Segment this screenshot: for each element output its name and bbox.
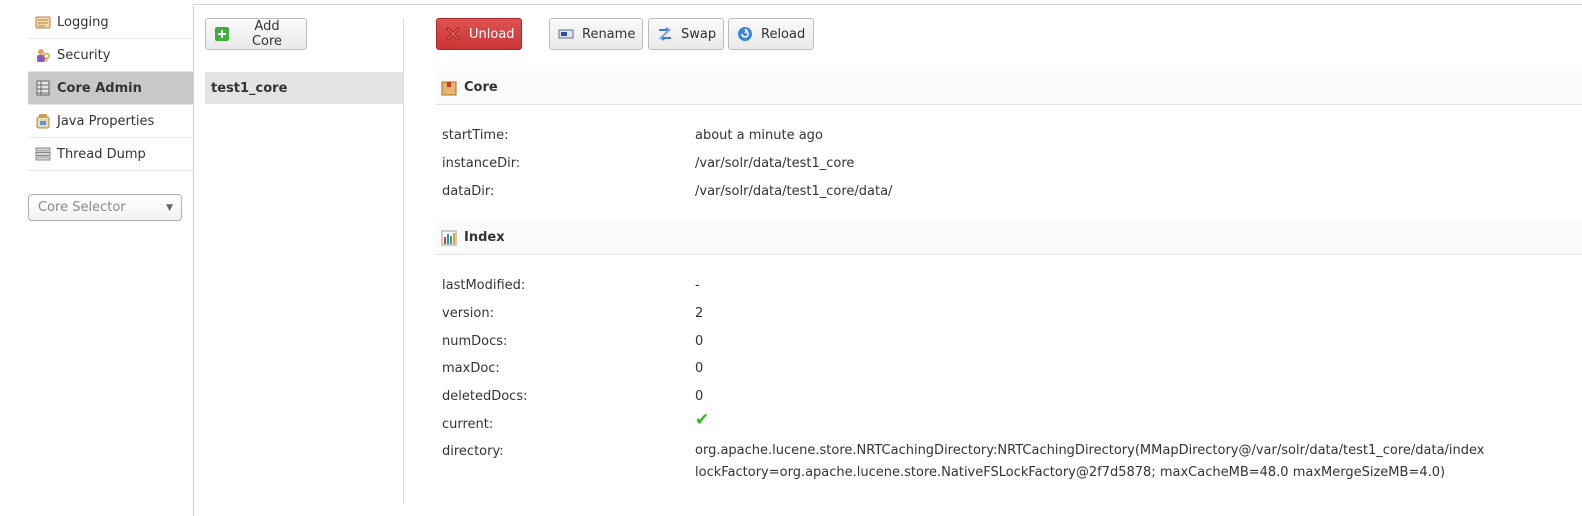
index-row-num-docs: numDocs: 0 xyxy=(442,334,703,349)
index-section-header: Index xyxy=(436,221,1582,255)
directory-line: org.apache.lucene.store.NRTCachingDirect… xyxy=(695,443,1485,458)
row-value: /var/solr/data/test1_core xyxy=(695,156,855,171)
row-key: current: xyxy=(442,417,494,432)
index-row-deleted-docs: deletedDocs: 0 xyxy=(442,389,703,404)
plus-icon xyxy=(214,26,230,42)
row-key: lastModified: xyxy=(442,278,526,293)
swap-label: Swap xyxy=(681,26,717,42)
check-icon: ✔ xyxy=(695,410,710,430)
reload-button[interactable]: Reload xyxy=(728,18,814,50)
section-title: Core xyxy=(464,80,498,95)
core-row-start-time: startTime: about a minute ago xyxy=(442,128,823,143)
row-key: deletedDocs: xyxy=(442,389,528,404)
sidebar-item-label: Logging xyxy=(57,14,109,30)
close-icon xyxy=(445,26,461,42)
core-row-instance-dir: instanceDir: /var/solr/data/test1_core xyxy=(442,156,854,171)
row-key: numDocs: xyxy=(442,334,508,349)
core-box-icon xyxy=(441,80,457,96)
sidebar-item-label: Java Properties xyxy=(57,113,155,129)
rename-icon xyxy=(558,26,574,42)
sidebar-item-thread-dump[interactable]: Thread Dump xyxy=(28,138,194,171)
security-icon xyxy=(34,46,52,64)
sidebar-item-label: Core Admin xyxy=(57,80,142,96)
sidebar-item-label: Security xyxy=(57,47,111,63)
logging-icon xyxy=(34,13,52,31)
row-value: 0 xyxy=(695,361,704,376)
row-value: about a minute ago xyxy=(695,128,823,143)
row-value: /var/solr/data/test1_core/data/ xyxy=(695,184,893,199)
row-value: 0 xyxy=(695,389,704,404)
core-section-header: Core xyxy=(436,71,1582,105)
rename-label: Rename xyxy=(582,26,636,42)
chevron-down-icon: ▼ xyxy=(166,202,173,213)
sidebar-item-java-properties[interactable]: Java Properties xyxy=(28,105,194,138)
reload-icon xyxy=(737,26,753,42)
bar-chart-icon xyxy=(441,230,457,246)
swap-icon xyxy=(657,26,673,42)
row-value: 0 xyxy=(695,334,704,349)
row-value: - xyxy=(695,278,700,293)
core-list-item[interactable]: test1_core xyxy=(205,72,403,104)
section-title: Index xyxy=(464,230,505,245)
core-selector-placeholder: Core Selector xyxy=(38,200,126,215)
directory-line: lockFactory=org.apache.lucene.store.Nati… xyxy=(695,465,1446,480)
reload-label: Reload xyxy=(761,26,806,42)
sidebar-item-security[interactable]: Security xyxy=(28,39,194,72)
sidebar-item-label: Thread Dump xyxy=(57,146,146,162)
sidebar-item-core-admin[interactable]: Core Admin xyxy=(28,72,194,105)
row-key: version: xyxy=(442,306,494,321)
row-key: instanceDir: xyxy=(442,156,521,171)
core-row-data-dir: dataDir: /var/solr/data/test1_core/data/ xyxy=(442,184,892,199)
top-border xyxy=(193,4,1582,5)
index-row-directory: directory: org.apache.lucene.store.NRTCa… xyxy=(442,443,1484,484)
row-key: dataDir: xyxy=(442,184,495,199)
core-name: test1_core xyxy=(211,80,288,96)
rename-button[interactable]: Rename xyxy=(549,18,643,50)
index-row-last-modified: lastModified: - xyxy=(442,278,700,293)
core-list-divider xyxy=(403,18,404,504)
row-value: 2 xyxy=(695,306,704,321)
sidebar-item-logging[interactable]: Logging xyxy=(28,6,194,39)
row-key: startTime: xyxy=(442,128,509,143)
unload-label: Unload xyxy=(469,26,515,42)
index-row-current: current: ✔ xyxy=(442,410,710,433)
row-key: directory: xyxy=(442,444,504,459)
row-key: maxDoc: xyxy=(442,361,500,376)
index-row-version: version: 2 xyxy=(442,306,703,321)
index-row-max-doc: maxDoc: 0 xyxy=(442,361,703,376)
add-core-label: Add Core xyxy=(251,19,283,49)
row-value: org.apache.lucene.store.NRTCachingDirect… xyxy=(695,440,1484,484)
core-admin-icon xyxy=(34,79,52,97)
sidebar-divider xyxy=(193,6,194,516)
add-core-button[interactable]: Add Core xyxy=(205,18,307,50)
core-selector-dropdown[interactable]: Core Selector ▼ xyxy=(28,194,182,221)
sidebar-nav: Logging Security Core Admin Java Propert… xyxy=(28,6,194,171)
unload-button[interactable]: Unload xyxy=(436,18,522,50)
thread-dump-icon xyxy=(34,145,52,163)
java-properties-icon xyxy=(34,112,52,130)
swap-button[interactable]: Swap xyxy=(648,18,724,50)
